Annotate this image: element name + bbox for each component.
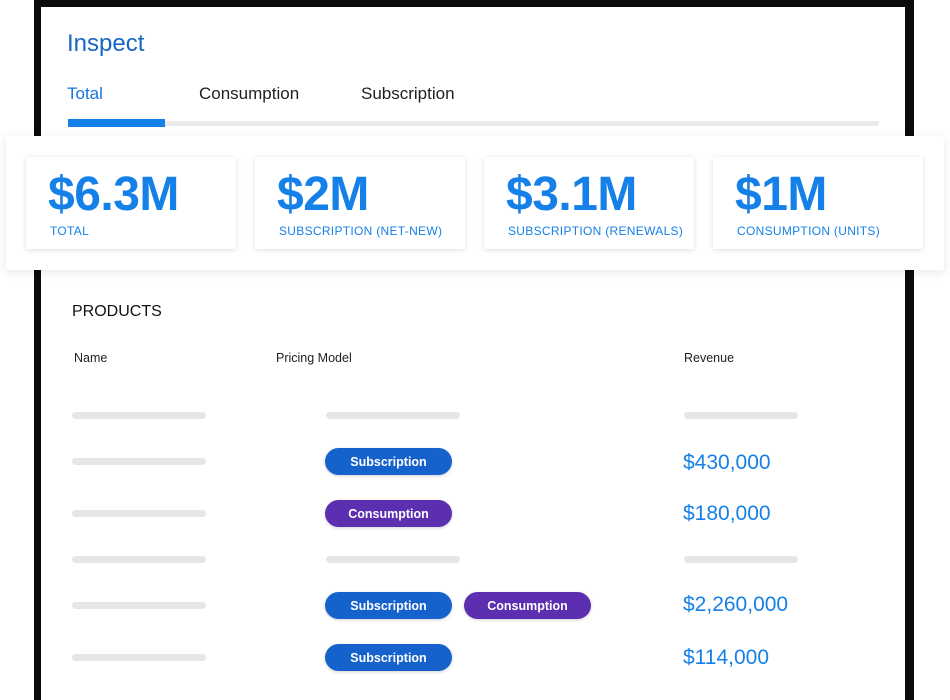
consumption-pill[interactable]: Consumption <box>325 500 452 527</box>
stat-card-subscription-net-new: $2M SUBSCRIPTION (NET-NEW) <box>255 157 465 249</box>
name-placeholder <box>72 510 206 517</box>
stat-label: TOTAL <box>50 224 90 238</box>
name-placeholder <box>72 602 206 609</box>
stat-value: $2M <box>277 168 369 221</box>
revenue-value: $430,000 <box>683 451 771 474</box>
revenue-value: $180,000 <box>683 502 771 525</box>
subscription-pill[interactable]: Subscription <box>325 448 452 475</box>
stat-value: $6.3M <box>48 168 179 221</box>
tab-track <box>68 121 879 126</box>
stat-label: CONSUMPTION (UNITS) <box>737 224 881 238</box>
stat-label: SUBSCRIPTION (RENEWALS) <box>508 224 684 238</box>
name-placeholder <box>72 458 206 465</box>
active-tab-indicator <box>68 119 165 127</box>
name-placeholder <box>72 654 206 661</box>
page-title: Inspect <box>67 30 145 57</box>
subscription-pill[interactable]: Subscription <box>325 592 452 619</box>
stat-card-consumption-units: $1M CONSUMPTION (UNITS) <box>713 157 923 249</box>
stat-value: $3.1M <box>506 168 637 221</box>
pricing-placeholder <box>326 556 460 563</box>
stat-card-subscription-renewals: $3.1M SUBSCRIPTION (RENEWALS) <box>484 157 694 249</box>
pricing-placeholder <box>326 412 460 419</box>
subscription-pill[interactable]: Subscription <box>325 644 452 671</box>
stat-value: $1M <box>735 168 827 221</box>
products-section-title: PRODUCTS <box>72 303 162 320</box>
column-header-revenue: Revenue <box>684 351 735 365</box>
revenue-value: $114,000 <box>683 646 770 669</box>
column-header-pricing-model: Pricing Model <box>276 351 352 365</box>
name-placeholder <box>72 412 206 419</box>
name-placeholder <box>72 556 206 563</box>
consumption-pill[interactable]: Consumption <box>464 592 591 619</box>
stat-card-total: $6.3M TOTAL <box>26 157 236 249</box>
revenue-placeholder <box>684 412 798 419</box>
revenue-placeholder <box>684 556 798 563</box>
stat-label: SUBSCRIPTION (NET-NEW) <box>279 224 443 238</box>
revenue-value: $2,260,000 <box>683 593 789 616</box>
tab-total[interactable]: Total <box>67 84 103 104</box>
tab-subscription[interactable]: Subscription <box>361 84 455 104</box>
tab-consumption[interactable]: Consumption <box>199 84 299 104</box>
column-header-name: Name <box>74 351 108 365</box>
